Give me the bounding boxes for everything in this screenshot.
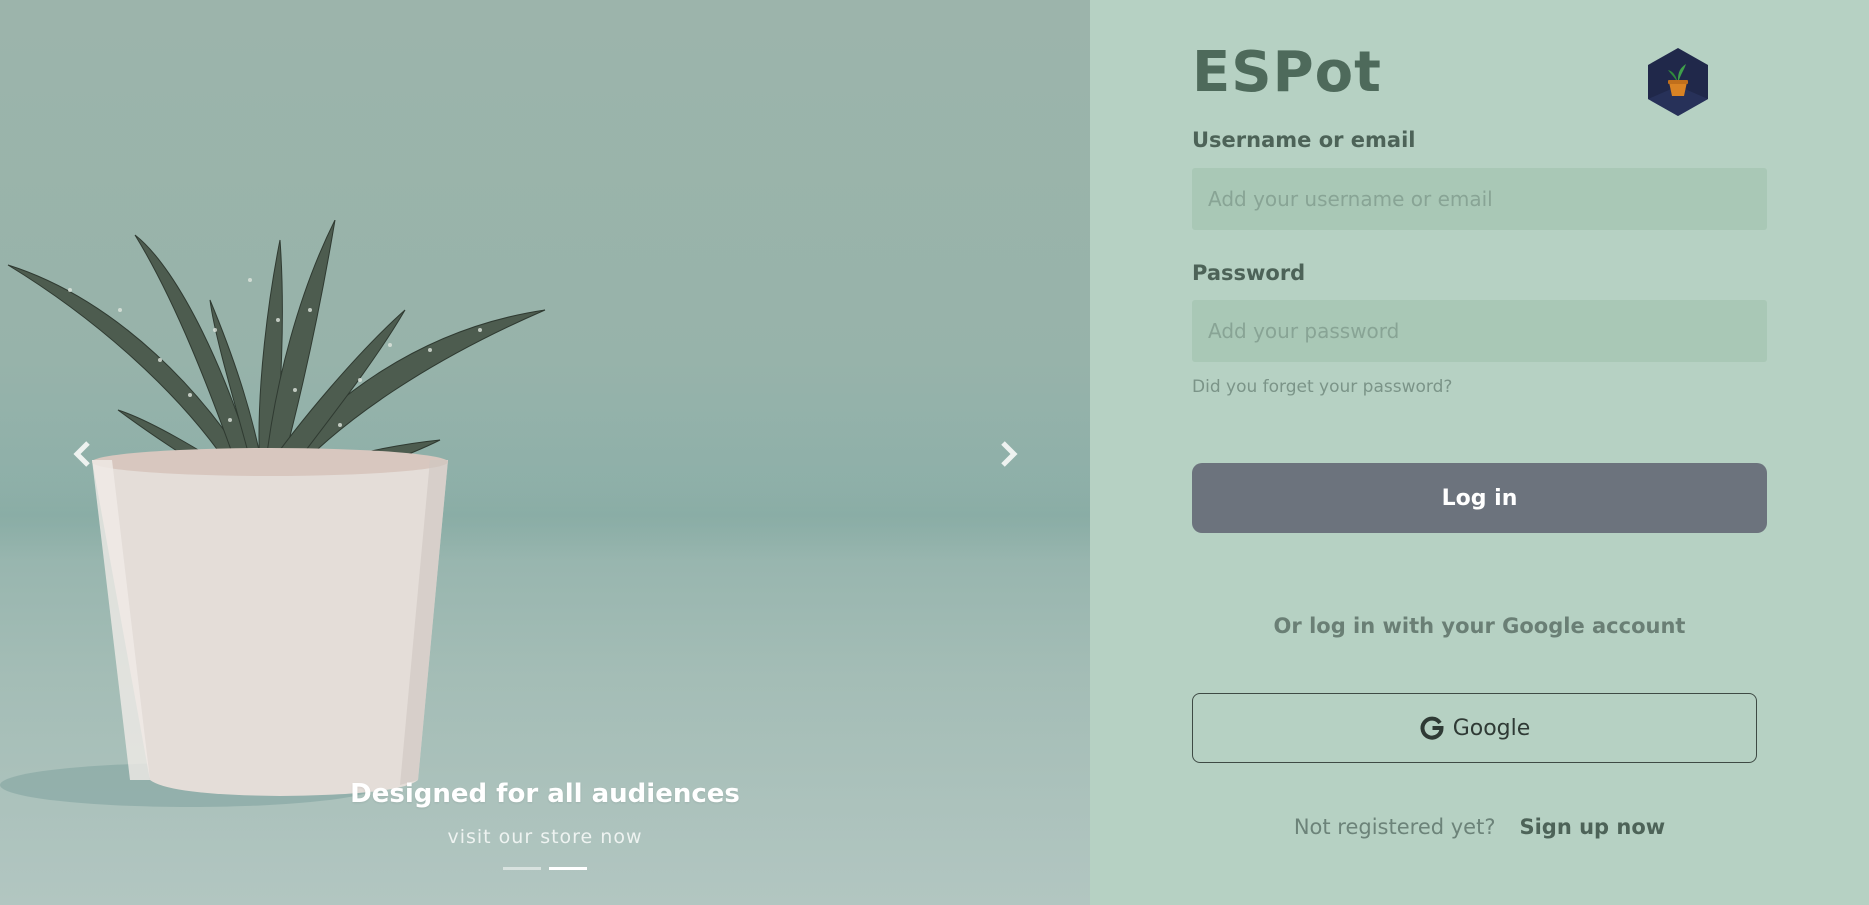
login-button[interactable]: Log in bbox=[1192, 463, 1767, 533]
brand-title: ESPot bbox=[1192, 40, 1382, 105]
login-page: Designed for all audiences visit our sto… bbox=[0, 0, 1869, 905]
google-g-icon bbox=[1420, 716, 1444, 740]
login-panel: ESPot Username or email Password Did you… bbox=[1090, 0, 1869, 905]
carousel-indicators bbox=[503, 867, 587, 870]
chevron-right-icon bbox=[1001, 441, 1018, 467]
potted-plant-hexagon-icon bbox=[1648, 48, 1708, 116]
carousel-prev-button[interactable] bbox=[64, 436, 100, 472]
chevron-left-icon bbox=[73, 441, 90, 467]
hero-carousel: Designed for all audiences visit our sto… bbox=[0, 0, 1090, 905]
google-button-label: Google bbox=[1452, 715, 1531, 741]
password-input[interactable] bbox=[1192, 300, 1767, 362]
username-input[interactable] bbox=[1192, 168, 1767, 230]
carousel-indicator-2[interactable] bbox=[549, 867, 587, 870]
slide-subtitle: visit our store now bbox=[447, 826, 643, 848]
potted-plant-image bbox=[0, 220, 546, 807]
username-label: Username or email bbox=[1192, 128, 1416, 152]
signup-row: Not registered yet? Sign up now bbox=[1192, 815, 1767, 839]
password-label: Password bbox=[1192, 261, 1306, 285]
slide-title: Designed for all audiences bbox=[350, 779, 740, 809]
google-login-button[interactable]: Google bbox=[1192, 693, 1757, 763]
google-login-hint: Or log in with your Google account bbox=[1273, 614, 1686, 638]
forgot-password-link[interactable]: Did you forget your password? bbox=[1192, 377, 1452, 397]
signup-prompt: Not registered yet? bbox=[1293, 815, 1496, 839]
carousel-indicator-1[interactable] bbox=[503, 867, 541, 870]
carousel-next-button[interactable] bbox=[991, 436, 1027, 472]
signup-link[interactable]: Sign up now bbox=[1519, 815, 1665, 839]
